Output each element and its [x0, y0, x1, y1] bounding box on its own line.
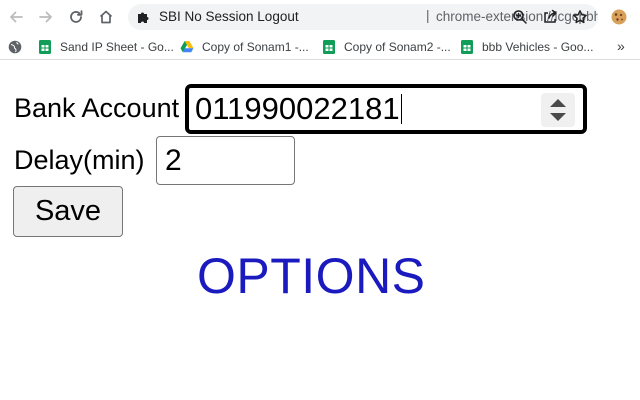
bookmark-copy-of-sonam2[interactable]: Copy of Sonam2 -...	[322, 38, 451, 56]
google-drive-icon	[180, 41, 194, 53]
bank-account-label: Bank Account	[14, 93, 180, 123]
number-spinner[interactable]	[541, 93, 575, 127]
address-bar[interactable]: SBI No Session Logout | chrome-extension…	[128, 4, 598, 30]
bookmark-star-icon[interactable]	[572, 9, 588, 25]
puzzle-extension-icon	[138, 12, 149, 23]
omnibox-separator: |	[426, 8, 430, 23]
text-caret	[400, 94, 402, 124]
back-button[interactable]	[4, 5, 28, 29]
share-icon[interactable]	[542, 9, 558, 25]
bookmark-label: Copy of Sonam1 -...	[202, 40, 309, 54]
bookmarks-bar: Sand IP Sheet - Go... Copy of Sonam1 -..…	[0, 34, 640, 60]
zoom-icon[interactable]	[512, 9, 528, 25]
google-sheets-icon	[323, 40, 335, 54]
cookie-extension-icon[interactable]	[610, 8, 628, 26]
bookmark-sand-ip-sheet[interactable]: Sand IP Sheet - Go...	[38, 38, 174, 56]
spinner-arrows-icon	[550, 99, 566, 121]
bookmark-bbb-vehicles[interactable]: bbb Vehicles - Goo...	[460, 38, 593, 56]
google-sheets-icon	[39, 40, 51, 54]
forward-button[interactable]	[34, 5, 58, 29]
browser-toolbar: SBI No Session Logout | chrome-extension…	[0, 0, 640, 34]
home-button[interactable]	[94, 5, 118, 29]
home-icon	[99, 10, 113, 24]
bookmark-label: bbb Vehicles - Goo...	[482, 40, 594, 54]
delay-value: 2	[165, 143, 182, 177]
reload-button[interactable]	[64, 5, 88, 29]
delay-input[interactable]: 2	[156, 136, 295, 185]
google-sheets-icon	[461, 40, 473, 54]
back-arrow-icon	[10, 11, 23, 23]
bookmark-label: Copy of Sonam2 -...	[344, 40, 451, 54]
page-title-in-omnibox: SBI No Session Logout	[159, 9, 299, 24]
bookmark-label: Sand IP Sheet - Go...	[60, 40, 174, 54]
bookmark-copy-of-sonam1[interactable]: Copy of Sonam1 -...	[180, 38, 309, 56]
reload-icon	[70, 10, 83, 23]
bank-account-input[interactable]: 011990022181	[185, 84, 587, 134]
options-heading: OPTIONS	[197, 248, 426, 304]
delay-label: Delay(min)	[14, 145, 145, 175]
globe-icon[interactable]	[8, 40, 22, 54]
options-page: Bank Account 011990022181 Delay(min) 2 S…	[0, 61, 640, 400]
bank-account-value: 011990022181	[195, 91, 400, 126]
more-bookmarks-chevron-icon[interactable]: »	[617, 38, 625, 54]
forward-arrow-icon	[39, 11, 52, 23]
save-button[interactable]: Save	[13, 186, 123, 237]
